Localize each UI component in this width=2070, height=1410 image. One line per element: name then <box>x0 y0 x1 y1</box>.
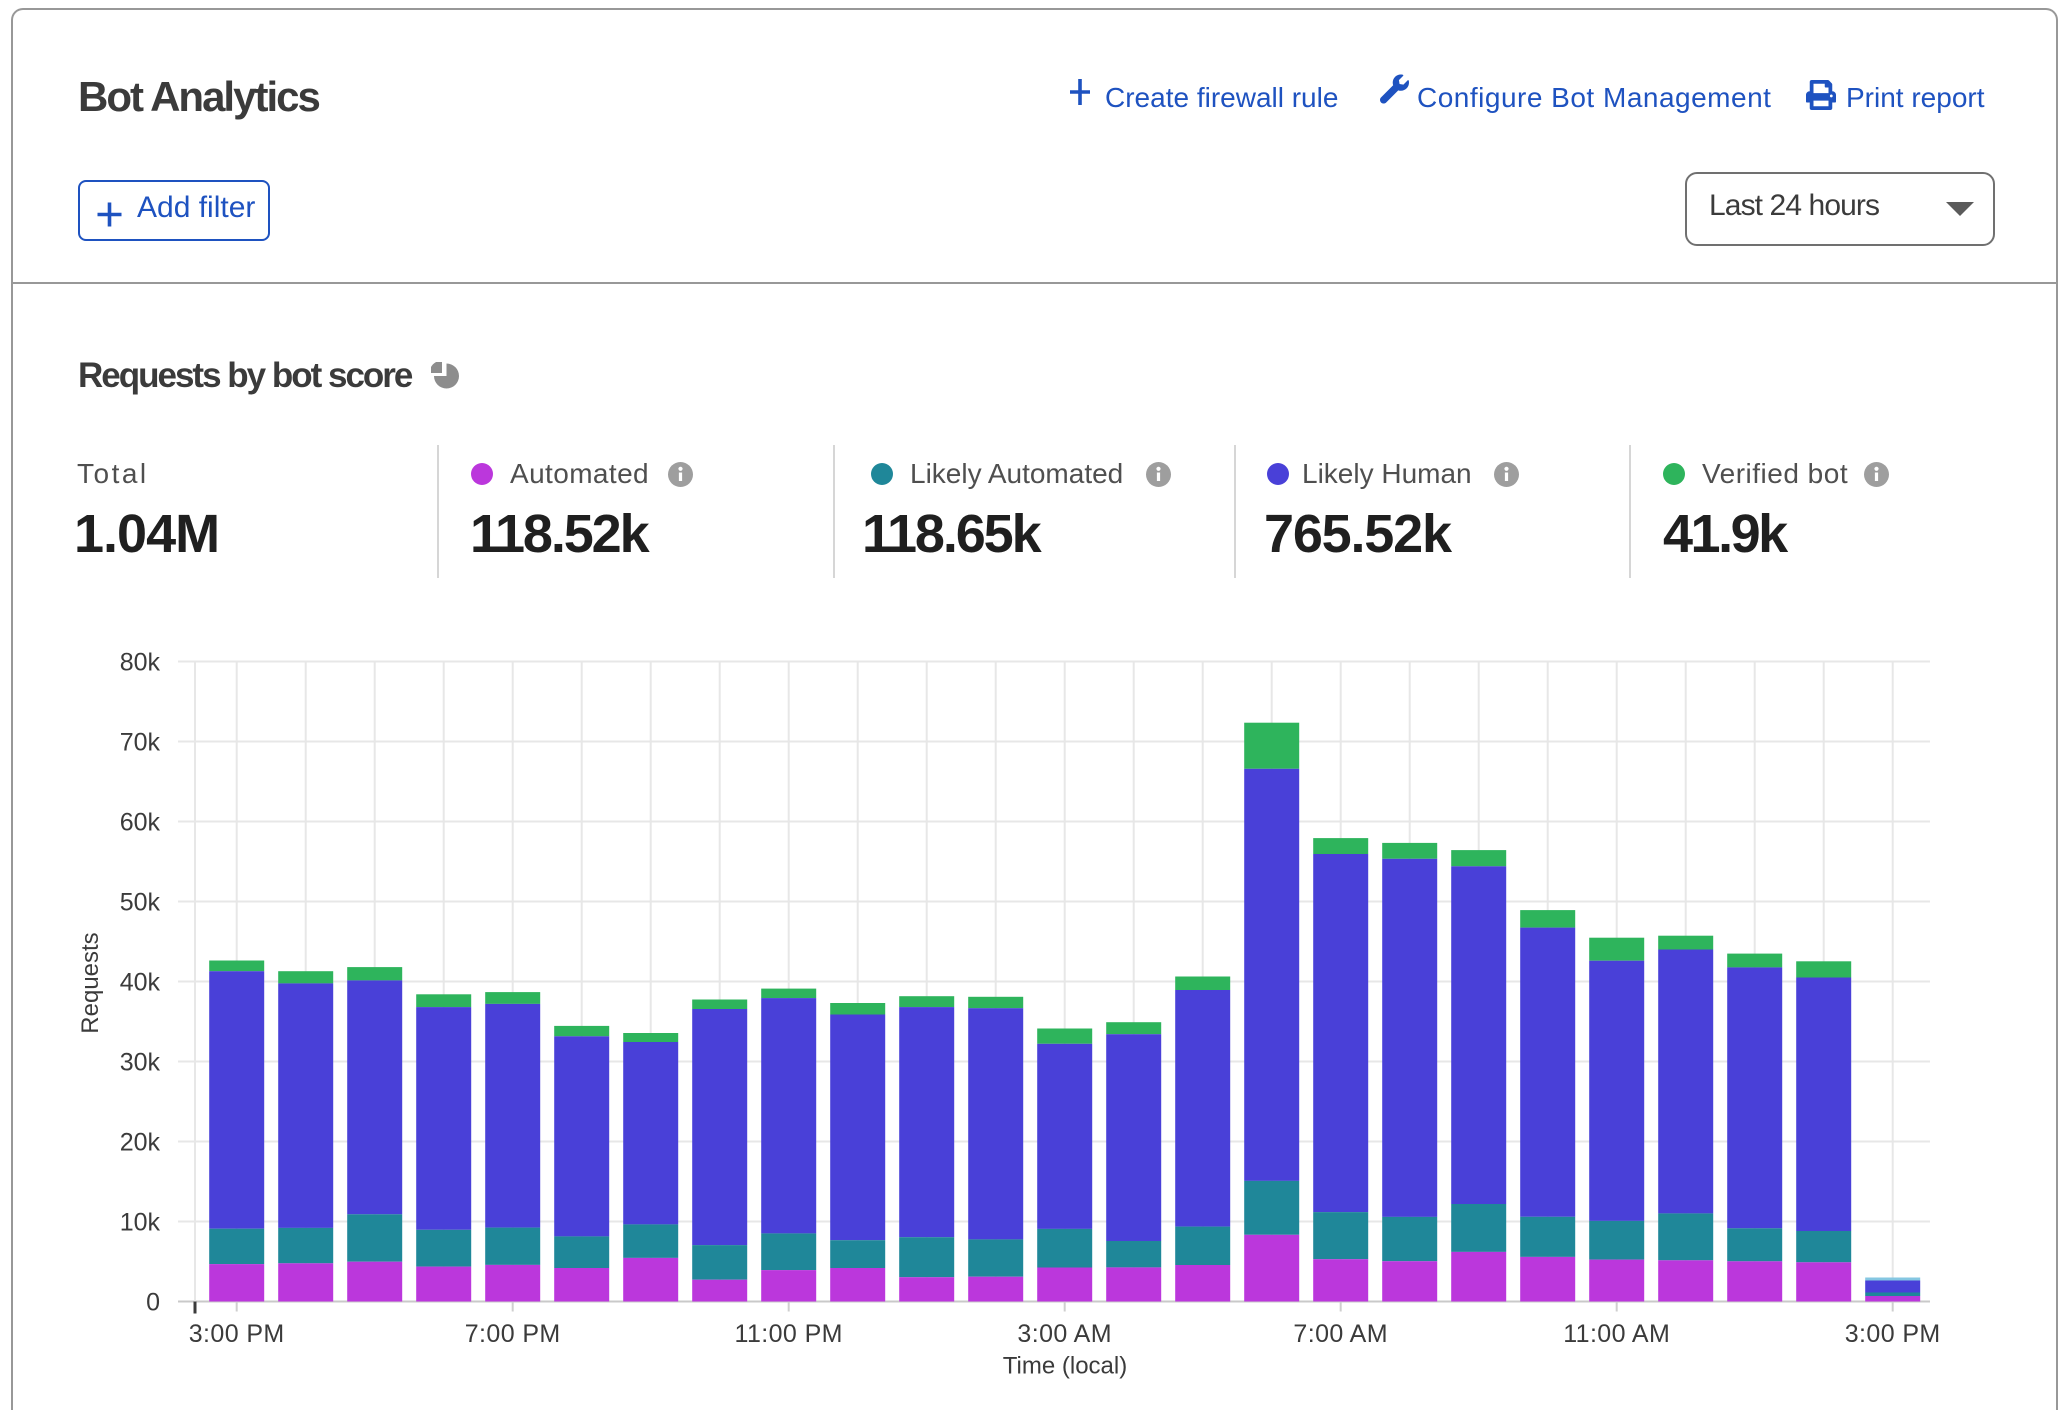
svg-text:3:00 PM: 3:00 PM <box>189 1320 285 1348</box>
svg-text:11:00 PM: 11:00 PM <box>735 1320 843 1348</box>
svg-text:10k: 10k <box>120 1209 161 1237</box>
svg-text:Requests: Requests <box>77 932 104 1033</box>
svg-text:20k: 20k <box>120 1129 161 1157</box>
svg-text:3:00 AM: 3:00 AM <box>1017 1320 1112 1348</box>
svg-text:70k: 70k <box>120 729 161 757</box>
svg-text:Time (local): Time (local) <box>1003 1353 1127 1380</box>
svg-text:80k: 80k <box>120 649 161 677</box>
svg-text:40k: 40k <box>120 969 161 997</box>
svg-text:3:00 PM: 3:00 PM <box>1845 1320 1941 1348</box>
svg-text:0: 0 <box>146 1289 160 1317</box>
svg-text:11:00 AM: 11:00 AM <box>1563 1320 1670 1348</box>
svg-text:7:00 AM: 7:00 AM <box>1293 1320 1388 1348</box>
svg-text:7:00 PM: 7:00 PM <box>465 1320 561 1348</box>
svg-text:60k: 60k <box>120 809 161 837</box>
svg-text:30k: 30k <box>120 1049 161 1077</box>
svg-text:50k: 50k <box>120 889 161 917</box>
